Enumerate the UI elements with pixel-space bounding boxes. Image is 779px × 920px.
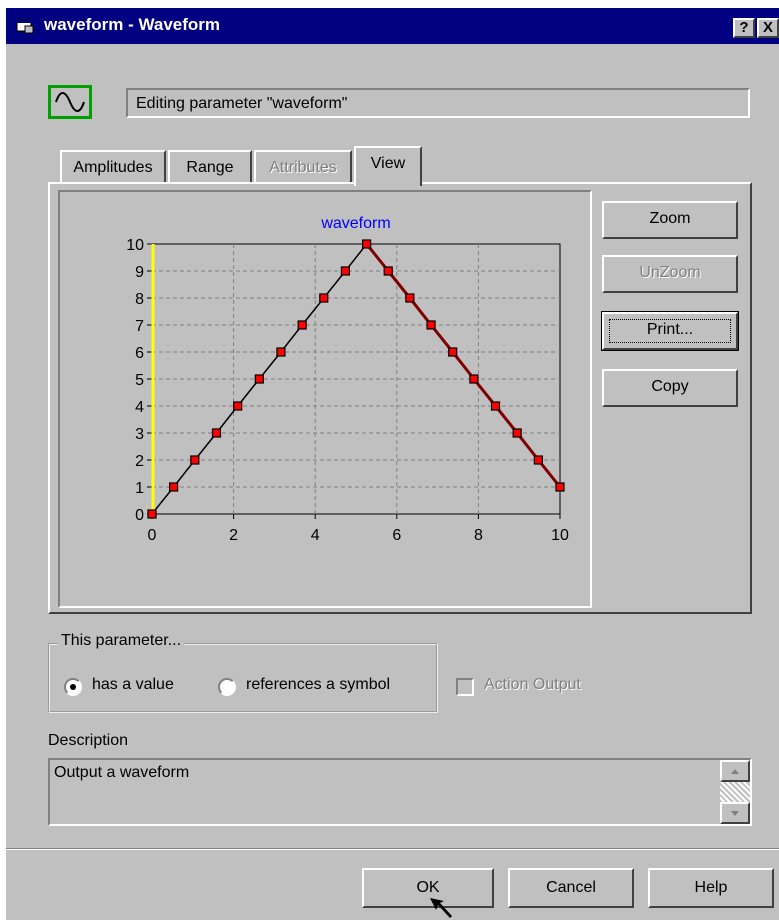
data-point-marker	[276, 347, 286, 357]
data-point-marker	[319, 293, 329, 303]
y-tick-label: 9	[135, 264, 144, 281]
data-point-marker	[469, 374, 479, 384]
radio-has-value[interactable]	[64, 678, 82, 696]
data-point-marker	[169, 482, 179, 492]
data-point-marker	[211, 428, 222, 438]
data-point-marker	[297, 320, 307, 330]
parameter-group-title: This parameter...	[58, 632, 185, 650]
tab-view[interactable]: View	[354, 146, 422, 186]
x-tick-label: 0	[148, 527, 157, 544]
help-label: Help	[694, 879, 728, 896]
window-top-edge	[0, 0, 779, 8]
radio-has-value-label[interactable]: has a value	[92, 676, 174, 694]
window-left-edge	[0, 0, 6, 920]
data-point-marker	[340, 266, 350, 276]
cancel-label: Cancel	[546, 879, 596, 896]
y-tick-label: 3	[135, 426, 144, 443]
help-button[interactable]: Help	[648, 868, 774, 908]
print-button[interactable]: Print...	[601, 311, 739, 351]
cancel-button[interactable]: Cancel	[508, 868, 634, 908]
tab-attributes[interactable]: Attributes	[254, 150, 352, 184]
data-point-marker	[490, 401, 501, 411]
chart-area: waveform 0 1 2 3 4 5 6 7 8 9 10 0 2 4 6 8 10	[58, 190, 592, 608]
sine-wave-icon	[48, 85, 92, 119]
data-point-marker	[555, 482, 565, 492]
mouse-pointer-icon	[430, 898, 452, 918]
data-point-marker	[405, 293, 415, 303]
scroll-up-button[interactable]	[720, 760, 750, 782]
radio-references-symbol-label[interactable]: references a symbol	[246, 676, 390, 694]
zoom-button[interactable]: Zoom	[602, 201, 738, 239]
footer-separator	[6, 848, 779, 850]
editing-parameter-label: Editing parameter "waveform"	[126, 88, 750, 118]
description-label: Description	[48, 732, 129, 749]
waveform-chart: waveform 0 1 2 3 4 5 6 7 8 9 10 0 2 4 6 8 10	[126, 215, 569, 544]
description-scrollbar[interactable]	[720, 760, 750, 824]
y-tick-label: 1	[135, 480, 144, 497]
y-tick-label: 6	[135, 345, 144, 362]
data-point-marker	[512, 428, 522, 438]
data-point-marker	[254, 374, 264, 384]
tab-amplitudes[interactable]: Amplitudes	[60, 150, 166, 184]
print-label: Print...	[646, 321, 694, 338]
y-tick-label: 8	[135, 291, 144, 308]
data-point-marker	[190, 455, 200, 465]
copy-button[interactable]: Copy	[602, 369, 738, 407]
tab-range[interactable]: Range	[168, 150, 252, 184]
description-textarea[interactable]: Output a waveform	[48, 758, 752, 826]
y-tick-label: 2	[135, 453, 144, 470]
zoom-label: Zoom	[649, 210, 691, 227]
data-point-marker	[362, 239, 372, 249]
unzoom-label: UnZoom	[639, 264, 701, 281]
chart-title: waveform	[320, 215, 390, 232]
unzoom-button[interactable]: UnZoom	[602, 255, 738, 293]
action-output-checkbox[interactable]	[456, 678, 474, 696]
scroll-down-button[interactable]	[720, 802, 750, 824]
close-title-button[interactable]: X	[757, 18, 779, 38]
ok-label: OK	[416, 879, 440, 896]
data-point-marker	[448, 347, 458, 357]
radio-selected-dot	[70, 684, 76, 690]
description-text: Output a waveform	[54, 764, 190, 781]
y-tick-label: 4	[135, 399, 144, 416]
title-bar[interactable]: waveform - Waveform ? X	[6, 8, 779, 44]
y-tick-label: 10	[126, 237, 144, 254]
x-tick-label: 6	[392, 527, 401, 544]
data-point-marker	[426, 320, 436, 330]
data-point-marker	[533, 455, 543, 465]
x-tick-label: 4	[311, 527, 320, 544]
up-arrow-icon	[731, 769, 739, 774]
data-point-marker	[147, 509, 157, 519]
radio-references-symbol[interactable]	[218, 678, 236, 696]
y-tick-label: 5	[135, 372, 144, 389]
dialog-window: waveform - Waveform ? X Editing paramete…	[0, 0, 779, 920]
x-tick-label: 8	[474, 527, 483, 544]
data-point-marker	[233, 401, 243, 411]
x-tick-label: 2	[229, 527, 238, 544]
copy-label: Copy	[651, 378, 689, 395]
help-title-button[interactable]: ?	[733, 18, 755, 38]
scroll-track[interactable]	[720, 782, 750, 802]
window-title: waveform - Waveform	[44, 15, 221, 34]
data-point-marker	[383, 266, 393, 276]
x-tick-label: 10	[551, 527, 569, 544]
y-tick-label: 7	[135, 318, 144, 335]
app-icon	[16, 19, 34, 34]
y-tick-label: 0	[135, 507, 144, 524]
action-output-label[interactable]: Action Output	[484, 676, 581, 694]
down-arrow-icon	[731, 811, 739, 816]
